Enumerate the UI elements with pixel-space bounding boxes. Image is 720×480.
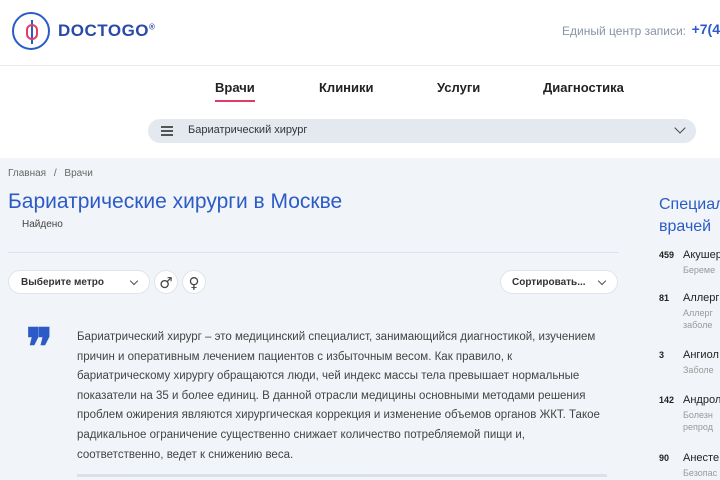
description-continuation: [77, 474, 607, 480]
specialty-name: Андрол: [683, 394, 720, 406]
breadcrumb-home[interactable]: Главная: [8, 168, 46, 179]
site-header: DOCTOGO® Единый центр записи: +7(4: [0, 0, 720, 66]
logo-text: DOCTOGO®: [58, 21, 156, 40]
specialty-count: 90: [659, 453, 670, 463]
breadcrumb-separator: /: [53, 168, 57, 179]
chevron-down-icon: [597, 276, 607, 286]
specialty-name: Аллерг: [683, 292, 720, 304]
specialty-count: 142: [659, 395, 675, 405]
main-nav: Врачи Клиники Услуги Диагностика Бариатр…: [0, 66, 720, 158]
specialty-count: 3: [659, 350, 665, 360]
chevron-down-icon: [129, 276, 139, 286]
specialty-count: 81: [659, 293, 670, 303]
metro-select[interactable]: Выберите метро: [8, 270, 150, 294]
breadcrumb: Главная / Врачи: [8, 168, 93, 179]
specialty-count: 459: [659, 250, 675, 260]
metro-select-label: Выберите метро: [21, 277, 104, 288]
specialty-name: Ангиол: [683, 349, 719, 361]
quote-icon: ❞: [26, 317, 53, 376]
caduceus-icon: [12, 12, 50, 50]
specialty-desc: Аллерг заболе: [683, 308, 713, 330]
male-filter-button[interactable]: ♂: [154, 270, 178, 294]
specialty-desc: Заболе: [683, 365, 714, 375]
phone-link[interactable]: +7(4: [692, 21, 720, 37]
specialty-select[interactable]: Бариатрический хирург: [148, 119, 696, 143]
male-icon: ♂: [159, 274, 173, 292]
sidebar-title: Специал врачей: [659, 196, 720, 235]
breadcrumb-doctors[interactable]: Врачи: [64, 168, 92, 179]
specialty-name: Акушер: [683, 249, 720, 261]
female-filter-button[interactable]: ♀: [182, 270, 206, 294]
specialty-name: Анесте: [683, 452, 720, 464]
nav-item-doctors[interactable]: Врачи: [215, 80, 255, 102]
nav-item-services[interactable]: Услуги: [437, 80, 480, 95]
divider: [8, 252, 618, 253]
chevron-down-icon: [674, 122, 686, 134]
nav-item-clinics[interactable]: Клиники: [319, 80, 374, 95]
nav-item-diagnostics[interactable]: Диагностика: [543, 80, 624, 95]
female-icon: ♀: [188, 274, 200, 292]
callcenter-label: Единый центр записи:: [562, 24, 686, 38]
logo[interactable]: DOCTOGO®: [12, 12, 155, 50]
specialty-desc: Береме: [683, 265, 716, 275]
specialty-select-value: Бариатрический хирург: [188, 124, 308, 136]
sort-select-label: Сортировать...: [512, 277, 586, 288]
list-icon: [161, 126, 173, 136]
specialty-desc: Безопас: [683, 468, 718, 478]
specialty-description: Бариатрический хирург – это медицинский …: [77, 331, 600, 461]
sort-select[interactable]: Сортировать...: [500, 270, 618, 294]
specialty-desc: Болезн репрод: [683, 410, 713, 432]
page-title: Бариатрические хирурги в Москве: [8, 190, 343, 213]
found-count: Найдено: [22, 219, 63, 230]
